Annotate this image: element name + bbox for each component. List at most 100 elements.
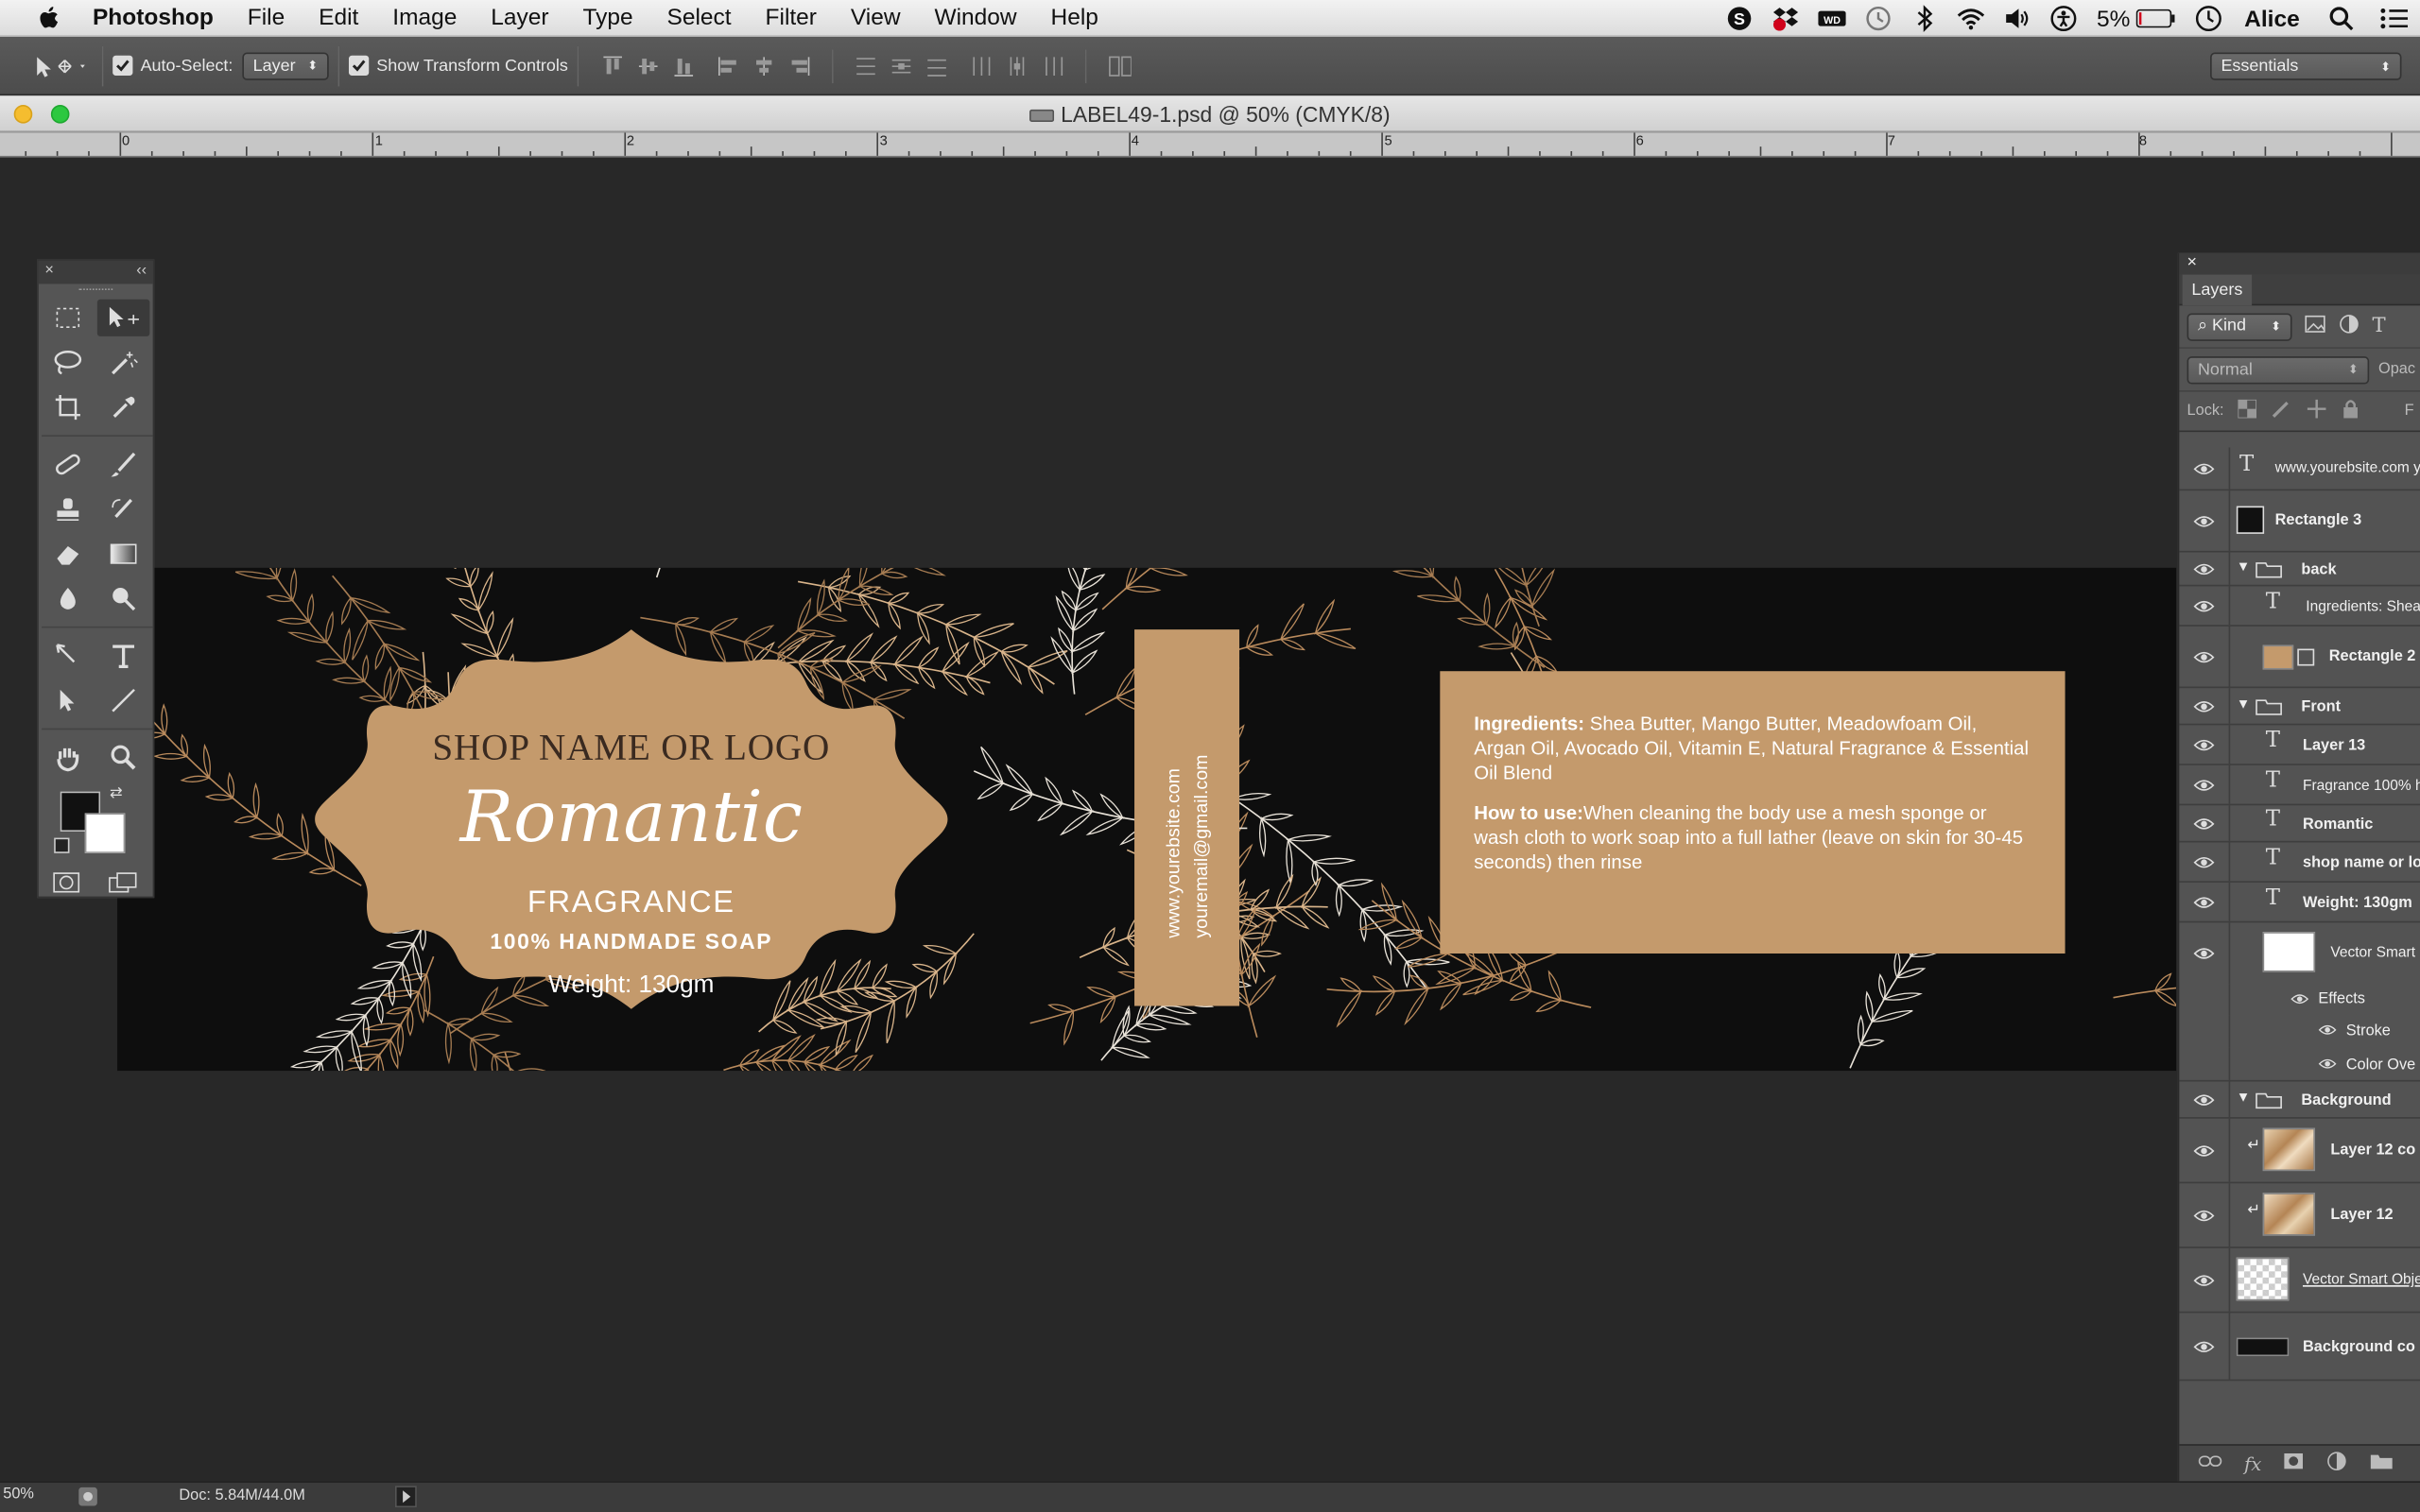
align-bottom-edges-icon[interactable] [671,53,696,77]
blend-mode-dropdown[interactable]: Normal ⬍ [2187,355,2370,384]
distribute-top-icon[interactable] [854,53,878,77]
effect-eye-icon[interactable] [2318,1057,2337,1071]
distribute-vertical-centers-icon[interactable] [889,53,913,77]
menu-view[interactable]: View [851,5,901,31]
tools-panel-header[interactable]: × ‹‹ [38,260,153,284]
menu-layer[interactable]: Layer [491,5,548,31]
crop-tool-icon[interactable] [42,388,95,425]
layer-row[interactable]: T Fragrance 100% h [2179,765,2420,806]
zoom-level[interactable]: 50% [3,1486,34,1503]
align-top-edges-icon[interactable] [600,53,625,77]
layer-row[interactable]: T Layer 13 [2179,725,2420,765]
apple-icon[interactable] [34,2,65,33]
ingredients-box[interactable]: Ingredients: Shea Butter, Mango Butter, … [1440,671,2066,954]
website-text[interactable]: www.yourebsite.com [1159,629,1186,938]
screen-mode-icon[interactable] [108,871,139,901]
layer-row[interactable]: Vector Smart C [2179,922,2420,985]
effects-eye-icon[interactable] [2290,992,2309,1006]
layer-row[interactable]: Rectangle 3 [2179,490,2420,553]
pen-tool-icon[interactable] [42,637,95,674]
email-text[interactable]: youremail@gmail.com [1187,629,1215,938]
visibility-eye-icon[interactable] [2193,1092,2215,1108]
menu-app-name[interactable]: Photoshop [93,5,214,31]
dropbox-icon[interactable] [1772,5,1800,32]
volume-icon[interactable] [2004,5,2031,32]
menu-type[interactable]: Type [582,5,632,31]
accessibility-icon[interactable] [2050,5,2078,32]
menu-file[interactable]: File [248,5,285,31]
clock-icon[interactable] [2195,5,2222,32]
effects-row[interactable]: Effects [2179,984,2420,1016]
group-expand-icon[interactable]: ▼ [2237,696,2251,711]
distribute-horizontal-centers-icon[interactable] [1005,53,1029,77]
marquee-tool-icon[interactable] [42,300,95,336]
shop-name-text[interactable]: SHOP NAME OR LOGO [315,729,947,770]
visibility-eye-icon[interactable] [2193,514,2215,529]
layer-row[interactable]: T www.yourebsite.com y [2179,447,2420,491]
handmade-text[interactable]: 100% HANDMADE SOAP [315,929,947,954]
workspace-dropdown[interactable]: Essentials ⬍ [2210,52,2402,80]
align-vertical-centers-icon[interactable] [636,53,661,77]
path-selection-tool-icon[interactable] [42,682,95,719]
menu-select[interactable]: Select [667,5,732,31]
layer-row[interactable]: Vector Smart Obje [2179,1247,2420,1314]
layer-style-fx-icon[interactable]: fx [2244,1452,2261,1474]
group-expand-icon[interactable]: ▼ [2237,558,2251,574]
layer-row[interactable]: ↵ Layer 12 [2179,1183,2420,1248]
proof-setup-icon[interactable] [78,1486,99,1512]
align-right-edges-icon[interactable] [787,53,812,77]
visibility-eye-icon[interactable] [2193,946,2215,961]
distribute-left-icon[interactable] [969,53,994,77]
spotlight-search-icon[interactable] [2327,5,2355,32]
effect-row[interactable]: Stroke [2179,1015,2420,1048]
filter-adjustment-icon[interactable] [2339,313,2360,339]
brush-tool-icon[interactable] [97,446,150,483]
bluetooth-icon[interactable] [1911,5,1939,32]
product-name-text[interactable]: Romantic [315,775,947,858]
menu-edit[interactable]: Edit [319,5,358,31]
default-colors-icon[interactable] [54,837,70,853]
skype-icon[interactable]: S [1726,5,1754,32]
visibility-eye-icon[interactable] [2193,699,2215,714]
auto-align-layers-icon[interactable] [1107,53,1132,77]
effect-eye-icon[interactable] [2318,1022,2337,1037]
visibility-eye-icon[interactable] [2193,816,2215,832]
line-tool-icon[interactable] [97,682,150,719]
collapse-panel-icon[interactable]: ‹‹ [136,263,147,280]
align-left-edges-icon[interactable] [717,53,741,77]
layer-row[interactable]: T shop name or lo [2179,842,2420,883]
visibility-eye-icon[interactable] [2193,461,2215,476]
eraser-tool-icon[interactable] [42,536,95,573]
distribute-bottom-icon[interactable] [925,53,949,77]
menu-window[interactable]: Window [934,5,1016,31]
healing-brush-tool-icon[interactable] [42,446,95,483]
fragrance-text[interactable]: FRAGRANCE [315,885,947,921]
visibility-eye-icon[interactable] [2193,649,2215,664]
wd-drive-icon[interactable]: WD [1819,5,1847,32]
weight-text[interactable]: Weight: 130gm [315,972,947,1000]
move-tool-icon[interactable] [96,299,150,336]
menu-filter[interactable]: Filter [766,5,817,31]
lock-transparent-icon[interactable] [2237,399,2257,422]
close-panel-icon[interactable]: × [44,263,54,280]
menu-image[interactable]: Image [392,5,457,31]
lock-all-icon[interactable] [2342,398,2360,424]
swap-colors-icon[interactable]: ⇄ [110,785,123,802]
add-mask-icon[interactable] [2283,1452,2305,1474]
effect-row[interactable]: Color Ove [2179,1047,2420,1082]
layer-row[interactable]: Rectangle 2 [2179,626,2420,689]
layer-row[interactable]: T Weight: 130gm [2179,882,2420,923]
filter-type-icon[interactable]: T [2372,315,2385,337]
layers-panel-header[interactable]: × [2179,252,2420,275]
visibility-eye-icon[interactable] [2193,737,2215,752]
background-color-swatch[interactable] [84,813,126,853]
filter-pixel-icon[interactable] [2305,315,2326,337]
layer-group-row[interactable]: ▼ Background [2179,1081,2420,1119]
zoom-tool-icon[interactable] [97,739,150,776]
battery-icon[interactable] [2135,5,2176,32]
link-layers-icon[interactable] [2198,1453,2222,1473]
contact-strip[interactable]: www.yourebsite.com youremail@gmail.com [1134,629,1240,1006]
visibility-eye-icon[interactable] [2193,561,2215,576]
close-panel-icon[interactable]: × [2187,253,2198,272]
distribute-right-icon[interactable] [1040,53,1064,77]
